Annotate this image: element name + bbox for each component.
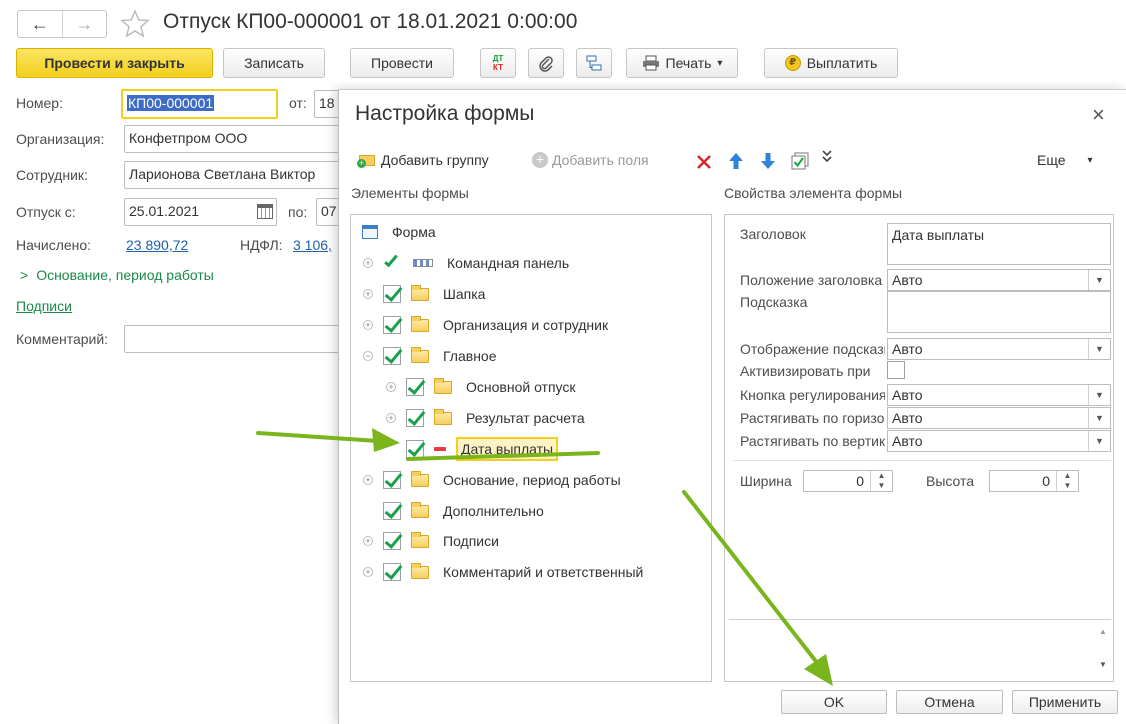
green-arrow-to-payment-date — [256, 428, 400, 452]
green-underline-payment-date — [406, 451, 600, 461]
annotation-overlay — [256, 428, 833, 686]
green-arrow-to-ok-button — [682, 490, 833, 686]
